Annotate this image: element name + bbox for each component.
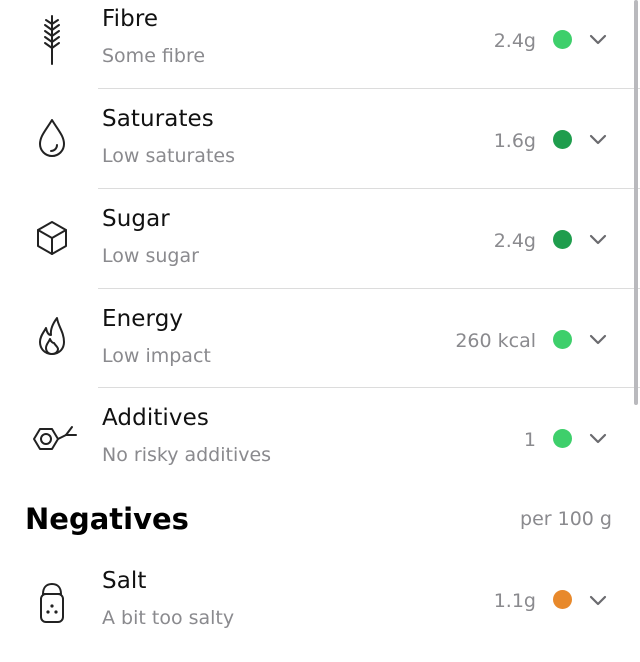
chevron-down-icon[interactable] — [587, 427, 609, 449]
nutrient-value: 1 — [523, 429, 536, 451]
chevron-down-icon[interactable] — [587, 228, 609, 250]
nutrient-title: Fibre — [102, 6, 159, 32]
nutrient-value: 1.1g — [493, 590, 536, 612]
status-dot — [553, 590, 572, 609]
nutrient-subtitle: A bit too salty — [102, 607, 235, 629]
flame-icon — [24, 308, 80, 364]
section-unit: per 100 g — [520, 508, 612, 530]
scrollbar[interactable] — [634, 0, 638, 405]
nutrient-row-saturates[interactable]: Saturates Low saturates 1.6g — [0, 100, 640, 200]
droplet-icon — [24, 108, 80, 164]
nutrient-row-sugar[interactable]: Sugar Low sugar 2.4g — [0, 200, 640, 300]
status-dot — [553, 429, 572, 448]
nutrient-subtitle: Some fibre — [102, 45, 206, 67]
wheat-icon — [24, 10, 80, 66]
nutrient-title: Saturates — [102, 106, 214, 132]
salt-shaker-icon — [24, 572, 80, 628]
nutrient-title: Energy — [102, 306, 184, 332]
nutrient-title: Sugar — [102, 206, 170, 232]
nutrient-row-energy[interactable]: Energy Low impact 260 kcal — [0, 300, 640, 400]
nutrient-value: 2.4g — [493, 30, 536, 52]
nutrient-title: Additives — [102, 405, 209, 431]
nutrient-title: Salt — [102, 568, 147, 594]
chevron-down-icon[interactable] — [587, 328, 609, 350]
chevron-down-icon[interactable] — [587, 28, 609, 50]
nutrient-subtitle: Low impact — [102, 345, 211, 367]
section-title-negatives: Negatives — [25, 502, 189, 536]
nutrient-value: 260 kcal — [455, 330, 536, 352]
row-divider — [98, 188, 640, 189]
row-divider — [98, 288, 640, 289]
nutrient-row-additives[interactable]: Additives No risky additives 1 — [0, 399, 640, 499]
nutrient-row-fibre[interactable]: Fibre Some fibre 2.4g — [0, 0, 640, 100]
status-dot — [553, 30, 572, 49]
chevron-down-icon[interactable] — [587, 589, 609, 611]
nutrient-subtitle: Low saturates — [102, 145, 235, 167]
nutrient-value: 1.6g — [493, 130, 536, 152]
status-dot — [553, 230, 572, 249]
chevron-down-icon[interactable] — [587, 128, 609, 150]
status-dot — [553, 130, 572, 149]
row-divider — [98, 88, 640, 89]
nutrient-subtitle: Low sugar — [102, 245, 199, 267]
molecule-icon — [24, 409, 80, 465]
status-dot — [553, 330, 572, 349]
nutrient-row-salt[interactable]: Salt A bit too salty 1.1g — [0, 562, 640, 662]
nutrient-subtitle: No risky additives — [102, 444, 272, 466]
sugar-cube-icon — [24, 208, 80, 264]
nutrient-value: 2.4g — [493, 230, 536, 252]
row-divider — [98, 387, 640, 388]
